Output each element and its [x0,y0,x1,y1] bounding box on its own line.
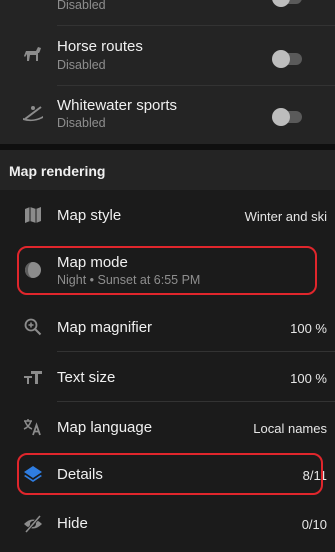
map-magnifier-row[interactable]: Map magnifier 100 % [0,302,335,352]
hide-row[interactable]: Hide 0/10 [0,500,335,548]
map-icon [22,204,44,226]
route-toggle[interactable] [272,0,302,7]
text-size-value: 100 % [290,371,327,386]
text-size-label: Text size [57,369,116,386]
section-title: Map rendering [9,163,106,179]
map-language-row[interactable]: Map language Local names [0,402,335,452]
text-size-row[interactable]: Text size 100 % [0,352,335,402]
map-magnifier-value: 100 % [290,321,327,336]
map-magnifier-label: Map magnifier [57,319,153,336]
route-row-partial[interactable]: Disabled [0,0,335,26]
kayak-icon [22,102,44,124]
route-toggle[interactable] [272,50,302,68]
section-header: Map rendering [0,150,335,190]
route-title: Whitewater sports [57,97,178,114]
translate-icon [22,416,44,438]
eye-off-icon [22,513,44,535]
route-status: Disabled [57,116,106,130]
hide-label: Hide [57,515,88,532]
highlight-frame [17,246,317,295]
route-status: Disabled [57,0,106,12]
zoom-in-icon [22,316,44,338]
route-row-horse[interactable]: Horse routes Disabled [0,26,335,85]
highlight-frame [17,453,323,495]
map-style-label: Map style [57,207,122,224]
hide-value: 0/10 [301,517,327,532]
text-size-icon [22,366,44,388]
map-style-row[interactable]: Map style Winter and ski [0,190,335,240]
routes-section: Disabled Horse routes Disabled Whitewate… [0,0,335,144]
route-row-whitewater[interactable]: Whitewater sports Disabled [0,86,335,144]
map-language-label: Map language [57,419,153,436]
horse-icon [22,43,44,65]
map-language-value: Local names [253,421,327,436]
route-status: Disabled [57,58,106,72]
route-toggle[interactable] [272,108,302,126]
map-style-value: Winter and ski [244,209,327,224]
route-title: Horse routes [57,38,143,55]
